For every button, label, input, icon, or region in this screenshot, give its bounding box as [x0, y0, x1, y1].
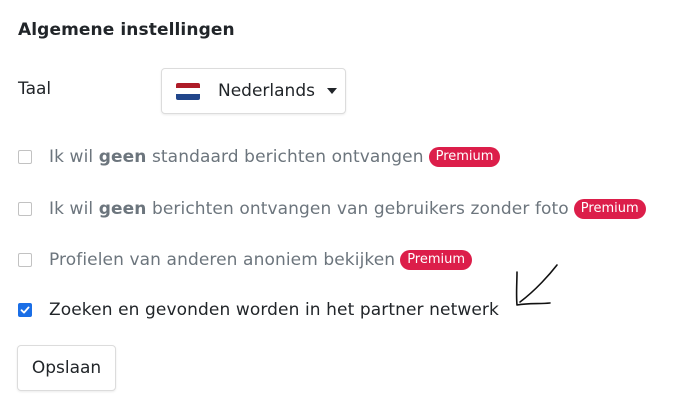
- checkbox-no-messages-without-photo[interactable]: [18, 202, 32, 216]
- caret-down-icon: [326, 88, 337, 94]
- option-no-messages-without-photo: Ik wil geen berichten ontvangen van gebr…: [18, 199, 646, 219]
- option-label: Profielen van anderen anoniem bekijken: [49, 250, 396, 270]
- premium-badge: Premium: [573, 199, 646, 219]
- checkmark-icon: [20, 306, 30, 314]
- option-label: Ik wil geen berichten ontvangen van gebr…: [49, 199, 569, 219]
- option-label: Zoeken en gevonden worden in het partner…: [49, 300, 499, 320]
- option-anonymous-view: Profielen van anderen anoniem bekijken P…: [18, 250, 473, 270]
- hand-drawn-arrow-icon: [515, 264, 558, 306]
- settings-page: Algemene instellingen Taal Nederlands Ik…: [0, 0, 686, 403]
- premium-badge: Premium: [428, 147, 501, 167]
- checkbox-anonymous-view[interactable]: [18, 253, 32, 267]
- option-no-standard-messages: Ik wil geen standaard berichten ontvange…: [18, 147, 501, 167]
- checkbox-no-standard-messages[interactable]: [18, 150, 32, 164]
- save-button[interactable]: Opslaan: [17, 345, 116, 391]
- premium-badge: Premium: [400, 250, 473, 270]
- language-label: Taal: [18, 79, 52, 99]
- language-select[interactable]: Nederlands: [161, 68, 346, 114]
- netherlands-flag-icon: [176, 82, 200, 100]
- option-label: Ik wil geen standaard berichten ontvange…: [49, 147, 424, 167]
- checkbox-partner-network[interactable]: [18, 303, 32, 317]
- option-partner-network: Zoeken en gevonden worden in het partner…: [18, 300, 499, 320]
- language-select-value: Nederlands: [218, 81, 315, 101]
- section-title: Algemene instellingen: [18, 20, 235, 40]
